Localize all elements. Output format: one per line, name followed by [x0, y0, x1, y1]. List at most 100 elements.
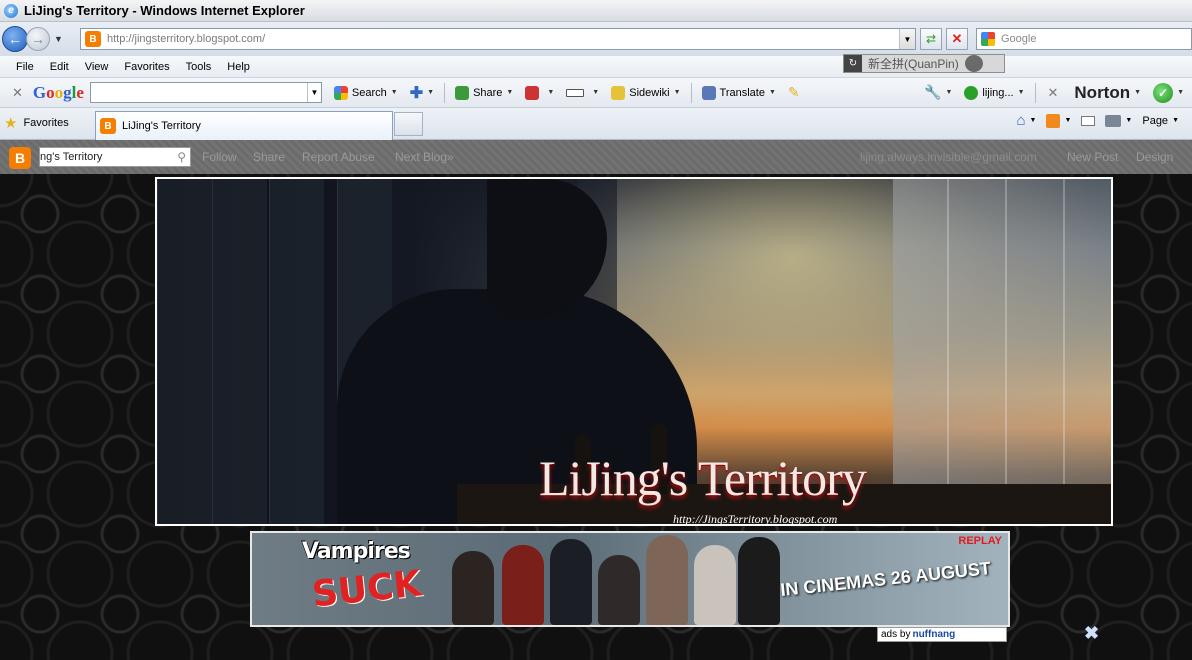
home-icon: ⌂	[1016, 112, 1026, 129]
new-post-link[interactable]: New Post	[1067, 150, 1118, 164]
settings-button[interactable]: 🔧 ▼	[924, 84, 952, 101]
translate-label: Translate	[719, 86, 765, 99]
chevron-down-icon: ▼	[1125, 117, 1133, 124]
url-dropdown-icon[interactable]: ▼	[899, 29, 915, 49]
favorites-button[interactable]: ★ Favorites	[4, 114, 69, 132]
search-icon[interactable]: ⚲	[177, 150, 186, 164]
add-button[interactable]: ✚ ▼	[410, 83, 434, 103]
search-button[interactable]: Search ▼	[333, 85, 398, 100]
url-text: http://jingsterritory.blogspot.com/	[107, 33, 266, 45]
autofill-icon	[566, 88, 585, 97]
share-link[interactable]: Share	[253, 150, 285, 164]
norton-label: Norton	[1074, 82, 1131, 102]
menu-view[interactable]: View	[85, 61, 109, 73]
chevron-down-icon: ▼	[506, 89, 514, 96]
plus-icon: ✚	[409, 84, 424, 102]
ad-person	[550, 539, 592, 625]
popup-blocker-button[interactable]: ▼	[525, 85, 554, 100]
blogger-favicon-icon: B	[100, 118, 116, 134]
ad-network-label: nuffnang	[912, 629, 956, 640]
browser-search-field[interactable]: Google	[976, 28, 1192, 50]
ime-settings-icon[interactable]	[964, 55, 983, 72]
report-abuse-link[interactable]: Report Abuse	[302, 150, 375, 164]
google-icon	[981, 32, 995, 46]
account-button[interactable]: lijing... ▼	[964, 85, 1025, 100]
stop-button[interactable]: ✕	[946, 28, 968, 50]
menu-edit[interactable]: Edit	[50, 61, 69, 73]
recent-pages-dropdown-icon[interactable]: ▼	[54, 34, 63, 44]
google-toolbar: ✕ Google ▼ Search ▼ ✚ ▼ Share ▼ ▼ ▼ Side…	[0, 78, 1192, 108]
blogger-favicon-icon: B	[85, 31, 101, 47]
sidewiki-label: Sidewiki	[629, 86, 670, 99]
ad-replay-button[interactable]: REPLAY	[958, 535, 1002, 547]
menu-file[interactable]: File	[16, 61, 34, 73]
separator	[444, 82, 446, 103]
norton-button[interactable]: Norton ▼	[1068, 83, 1141, 103]
blog-header-image[interactable]: LiJing's Territory http://JingsTerritory…	[155, 177, 1113, 526]
blog-title: LiJing's Territory	[539, 450, 867, 506]
wrench-icon: 🔧	[924, 84, 942, 100]
back-button[interactable]: ←	[2, 26, 28, 52]
rss-icon	[1046, 113, 1061, 128]
search-label: Search	[351, 86, 387, 99]
internet-explorer-icon: e	[4, 3, 18, 18]
url-field[interactable]: B http://jingsterritory.blogspot.com/ ▼	[80, 28, 916, 50]
sidewiki-button[interactable]: Sidewiki ▼	[611, 85, 681, 100]
ime-toolbar[interactable]: ↻ 新全拼(QuanPin)	[843, 54, 1005, 73]
chevron-down-icon: ▼	[390, 89, 398, 96]
chevron-down-icon: ▼	[1177, 89, 1184, 96]
favorites-bar: ★ Favorites B LiJing's Territory ⌂ ▼ ▼ ▼ …	[0, 108, 1192, 140]
follow-link[interactable]: Follow	[202, 150, 237, 164]
page-menu-button[interactable]: Page ▼	[1142, 115, 1179, 127]
refresh-button[interactable]: ⇄	[920, 28, 942, 50]
ime-switch-icon[interactable]: ↻	[844, 55, 862, 72]
page-label: Page	[1142, 114, 1169, 127]
print-button[interactable]: ▼	[1105, 114, 1133, 127]
norton-status-button[interactable]: ✓ ▼	[1153, 82, 1184, 103]
ad-person	[452, 551, 494, 625]
menu-favorites[interactable]: Favorites	[124, 61, 169, 73]
feeds-button[interactable]: ▼	[1046, 113, 1071, 128]
share-button[interactable]: Share ▼	[455, 85, 514, 100]
chevron-down-icon: ▼	[1017, 89, 1025, 96]
highlighter-icon: ✎	[787, 84, 800, 100]
home-button[interactable]: ⌂ ▼	[1016, 112, 1036, 129]
status-dot-icon	[964, 85, 979, 100]
forward-button[interactable]: →	[26, 27, 50, 51]
ad-person	[738, 537, 780, 625]
ad-title-line1: Vampires	[302, 539, 411, 564]
blog-search-input[interactable]: ng's Territory ⚲	[39, 147, 191, 167]
chevron-down-icon: ▼	[427, 89, 435, 96]
blogger-logo-icon[interactable]: B	[9, 147, 31, 169]
share-icon	[455, 85, 470, 100]
ads-by-badge[interactable]: ads by nuffnang	[877, 627, 1007, 642]
blogger-navbar: B ng's Territory ⚲ Follow Share Report A…	[0, 140, 1192, 174]
highlight-button[interactable]: ✎	[788, 84, 800, 101]
design-link[interactable]: Design	[1136, 150, 1173, 164]
checkmark-icon: ✓	[1153, 82, 1174, 103]
ad-title-line2: SUCK	[310, 563, 424, 616]
ad-banner[interactable]: Vampires SUCK REPLAY IN CINEMAS 26 AUGUS…	[250, 531, 1010, 627]
google-logo: Google	[32, 82, 84, 102]
menu-tools[interactable]: Tools	[186, 61, 212, 73]
favorites-label: Favorites	[23, 117, 69, 129]
tools-icon[interactable]: ✖	[1084, 623, 1104, 643]
menu-help[interactable]: Help	[227, 61, 250, 73]
chevron-down-icon: ▼	[768, 89, 776, 96]
close-norton-icon[interactable]: ✕	[1048, 85, 1059, 101]
title-bar: e LiJing's Territory - Windows Internet …	[0, 0, 1192, 22]
translate-button[interactable]: Translate ▼	[701, 85, 776, 100]
close-toolbar-icon[interactable]: ✕	[12, 85, 23, 101]
google-toolbar-search-input[interactable]: ▼	[89, 82, 322, 103]
star-icon: ★	[4, 115, 18, 132]
new-tab-button[interactable]	[394, 112, 423, 136]
chevron-down-icon[interactable]: ▼	[306, 83, 321, 102]
popup-blocker-icon	[525, 85, 540, 100]
next-blog-link[interactable]: Next Blog»	[395, 150, 454, 164]
autofill-button[interactable]: ▼	[566, 88, 599, 97]
printer-icon	[1105, 114, 1122, 127]
chevron-down-icon: ▼	[1134, 89, 1142, 96]
tab-lijings-territory[interactable]: B LiJing's Territory	[95, 111, 393, 140]
mail-button[interactable]	[1081, 115, 1096, 126]
address-bar: ← → ▼ B http://jingsterritory.blogspot.c…	[0, 22, 1192, 56]
